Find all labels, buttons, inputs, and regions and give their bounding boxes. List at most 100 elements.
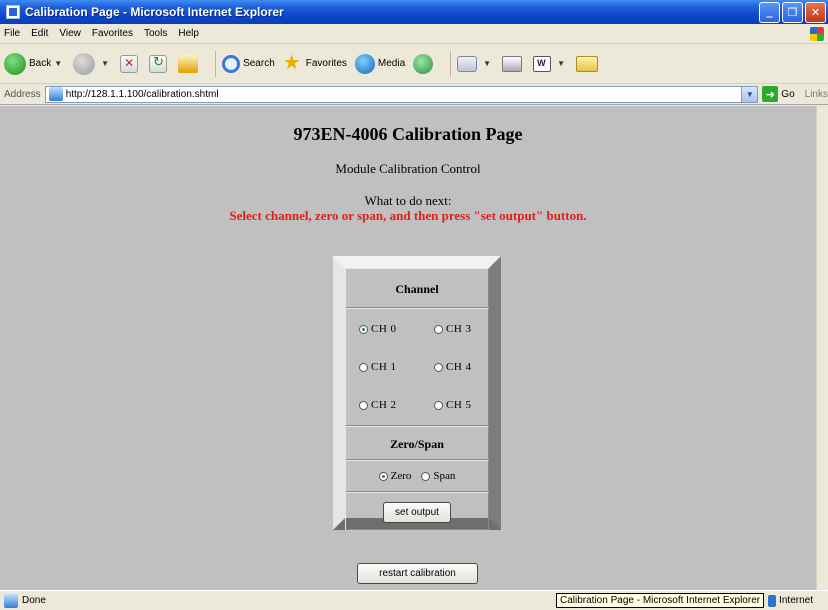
status-bar: Done Calibration Page - Microsoft Intern… [0, 590, 828, 610]
history-button[interactable] [413, 53, 436, 74]
radio-button[interactable] [421, 471, 431, 481]
links-button[interactable]: Links [805, 89, 828, 100]
address-label: Address [4, 88, 41, 100]
radio-button[interactable] [434, 362, 443, 372]
menu-view[interactable]: View [59, 28, 81, 39]
page-content: 973EN-4006 Calibration Page Module Calib… [0, 106, 816, 590]
chevron-down-icon[interactable]: ▼ [54, 59, 62, 68]
chevron-down-icon[interactable]: ▼ [101, 59, 109, 68]
chevron-down-icon[interactable]: ▼ [741, 86, 758, 102]
window-title: Calibration Page - Microsoft Internet Ex… [25, 5, 284, 19]
menu-tools[interactable]: Tools [144, 28, 167, 39]
search-icon [222, 54, 241, 73]
favorites-button[interactable]: Favorites [283, 50, 347, 75]
go-button[interactable]: ➜ Go [762, 86, 795, 102]
taskbar-tooltip: Calibration Page - Microsoft Internet Ex… [556, 593, 765, 608]
channel-radio-ch4[interactable]: CH 4 [434, 361, 472, 373]
vertical-scrollbar[interactable] [816, 106, 828, 590]
channel-label: CH 2 [371, 399, 397, 411]
channel-header: Channel [345, 268, 489, 308]
toolbar-separator [215, 50, 217, 77]
radio-button[interactable] [378, 471, 388, 481]
edit-button[interactable]: ▼ [533, 55, 568, 72]
calibration-panel: Channel CH 0 CH 3 CH 1 CH 4 CH 2 CH 5 Ze… [333, 256, 501, 530]
page-subtitle: Module Calibration Control [335, 161, 481, 176]
set-output-row: set output [345, 492, 489, 530]
span-radio[interactable]: Span [421, 470, 455, 482]
print-button[interactable] [502, 55, 525, 72]
refresh-icon [149, 54, 168, 73]
channel-radio-ch1[interactable]: CH 1 [359, 361, 397, 373]
page-icon [4, 593, 18, 608]
channel-label: CH 5 [446, 399, 472, 411]
zerospan-radio-group: Zero Span [345, 460, 489, 492]
menu-file[interactable]: File [4, 28, 20, 39]
radio-button[interactable] [434, 324, 443, 334]
address-url[interactable]: http://128.1.1.100/calibration.shtml [66, 89, 219, 100]
search-button[interactable]: Search [222, 54, 275, 73]
menu-edit[interactable]: Edit [31, 28, 48, 39]
radio-button[interactable] [359, 362, 368, 372]
page-icon [48, 87, 63, 101]
stop-button[interactable] [120, 54, 141, 73]
refresh-button[interactable] [149, 54, 170, 73]
zero-radio[interactable]: Zero [378, 470, 412, 482]
home-button[interactable] [178, 54, 201, 73]
home-icon [178, 54, 199, 73]
radio-button[interactable] [359, 400, 368, 410]
channel-label: CH 4 [446, 361, 472, 373]
go-label: Go [781, 88, 795, 100]
set-output-button[interactable]: set output [383, 502, 451, 523]
back-button[interactable]: Back ▼ [4, 52, 65, 75]
media-icon [354, 53, 375, 74]
span-label: Span [433, 470, 456, 482]
internet-zone-icon [768, 594, 777, 607]
channel-radio-ch3[interactable]: CH 3 [434, 323, 472, 335]
history-icon [413, 53, 434, 74]
chevron-down-icon[interactable]: ▼ [483, 59, 491, 68]
media-button[interactable]: Media [354, 53, 406, 74]
stop-icon [120, 54, 139, 73]
channel-label: CH 0 [371, 323, 397, 335]
chevron-down-icon[interactable]: ▼ [557, 59, 565, 68]
address-bar: Address http://128.1.1.100/calibration.s… [0, 84, 828, 105]
back-label: Back [29, 58, 52, 69]
channel-label: CH 3 [446, 323, 472, 335]
mail-button[interactable]: ▼ [457, 55, 494, 72]
zero-label: Zero [390, 470, 412, 482]
menu-help[interactable]: Help [178, 28, 199, 39]
folder-button[interactable] [575, 55, 601, 72]
minimize-button[interactable]: ‗ [759, 1, 780, 23]
channel-radio-ch2[interactable]: CH 2 [359, 399, 397, 411]
forward-arrow-icon [73, 52, 96, 75]
printer-icon [502, 55, 523, 72]
toolbar: Back ▼ ▼ Search Favorites Media ▼ ▼ [0, 44, 828, 84]
word-edit-icon [533, 55, 552, 72]
windows-logo-icon [810, 26, 824, 41]
security-zone: Internet [779, 595, 814, 606]
media-label: Media [377, 58, 406, 69]
go-arrow-icon: ➜ [762, 86, 779, 102]
channel-label: CH 1 [371, 361, 397, 373]
forward-button[interactable]: ▼ [73, 52, 112, 75]
address-input[interactable]: http://128.1.1.100/calibration.shtml ▼ [44, 85, 759, 103]
channel-radio-group: CH 0 CH 3 CH 1 CH 4 CH 2 CH 5 [345, 308, 489, 426]
channel-radio-ch5[interactable]: CH 5 [434, 399, 472, 411]
channel-radio-ch0[interactable]: CH 0 [359, 323, 397, 335]
restart-calibration-button[interactable]: restart calibration [357, 563, 478, 584]
radio-button[interactable] [434, 400, 443, 410]
zerospan-header: Zero/Span [345, 426, 489, 460]
menu-favorites[interactable]: Favorites [92, 28, 133, 39]
maximize-button[interactable]: ❐ [782, 1, 803, 23]
close-button[interactable]: ✕ [805, 1, 826, 23]
folder-icon [575, 55, 598, 72]
ie-page-icon [6, 5, 20, 19]
radio-button[interactable] [359, 324, 368, 334]
favorites-label: Favorites [305, 58, 347, 69]
mail-icon [457, 55, 478, 72]
back-arrow-icon [4, 52, 26, 75]
search-label: Search [243, 58, 275, 69]
star-icon [283, 50, 303, 75]
toolbar-separator [450, 50, 452, 77]
menu-bar: File Edit View Favorites Tools Help [0, 24, 828, 44]
